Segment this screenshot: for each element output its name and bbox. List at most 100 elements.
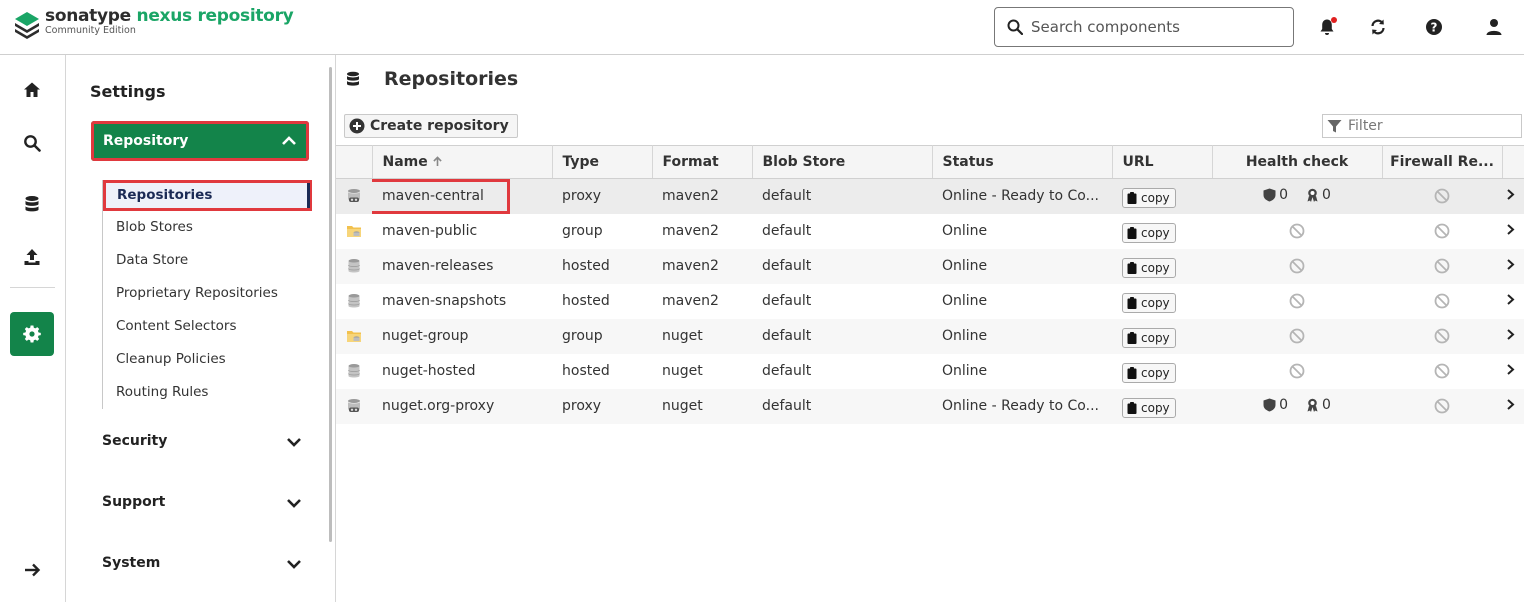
rail-home-button[interactable] (10, 68, 54, 112)
clipboard-icon (1127, 367, 1137, 379)
sidebar-item-cleanup-policies[interactable]: Cleanup Policies (103, 343, 312, 376)
svg-text:?: ? (1431, 21, 1438, 35)
repository-url: copy (1112, 284, 1212, 319)
sidebar-item-repositories[interactable]: Repositories (103, 180, 312, 211)
hosted-db-icon (336, 248, 372, 284)
award-icon (1307, 398, 1318, 412)
search-input[interactable] (1031, 18, 1271, 36)
column-format[interactable]: Format (652, 145, 753, 179)
user-icon (1486, 19, 1502, 35)
repository-type: group (562, 223, 603, 239)
repository-type: hosted (562, 293, 610, 309)
filter-input[interactable] (1348, 118, 1518, 134)
copy-url-button[interactable]: copy (1122, 258, 1176, 278)
copy-url-button[interactable]: copy (1122, 363, 1176, 383)
proxy-icon (336, 178, 372, 214)
repository-url: copy (1112, 354, 1212, 389)
repository-type: proxy (552, 178, 652, 214)
sidebar-group-support[interactable]: Support (102, 494, 302, 510)
copy-label: copy (1141, 366, 1170, 380)
repository-name: maven-snapshots (382, 293, 507, 309)
health-check-metrics[interactable]: 00 (1263, 397, 1331, 413)
health-check-metrics[interactable]: 00 (1263, 187, 1331, 203)
row-open-arrow[interactable] (1502, 214, 1524, 249)
sidebar-scrollbar[interactable] (329, 67, 332, 542)
repository-status: Online - Ready to Co... (932, 178, 1112, 214)
row-open-arrow[interactable] (1502, 248, 1524, 284)
repository-section-label: Repository (103, 133, 189, 149)
column-url[interactable]: URL (1112, 145, 1213, 179)
repository-format: maven2 (662, 223, 719, 239)
sidebar-item-data-store[interactable]: Data Store (103, 244, 312, 277)
notifications-button[interactable] (1316, 16, 1338, 38)
sidebar-item-blob-stores[interactable]: Blob Stores (103, 211, 312, 244)
row-open-arrow[interactable] (1502, 388, 1524, 424)
table-row[interactable]: maven-snapshots hosted maven2 default Online… (336, 284, 1524, 319)
sidebar-title: Settings (90, 82, 166, 101)
page-title: Repositories (384, 68, 519, 90)
repository-format: nuget (652, 388, 752, 424)
repository-section-toggle[interactable]: Repository (91, 121, 309, 161)
table-row[interactable]: nuget-group group nuget default Online copy (336, 318, 1524, 354)
repository-type: proxy (552, 388, 652, 424)
table-row[interactable]: nuget.org-proxy proxy nuget default Online -… (336, 388, 1524, 424)
copy-url-button[interactable]: copy (1122, 398, 1176, 418)
user-button[interactable] (1483, 16, 1505, 38)
top-bar: sonatype nexus repository Community Edit… (0, 0, 1524, 55)
repository-format: maven2 (662, 293, 719, 309)
table-row[interactable]: maven-releases hosted maven2 default Online c… (336, 248, 1524, 284)
column-status[interactable]: Status (932, 145, 1113, 179)
proxy-icon (336, 388, 372, 424)
health-check-cell (1212, 284, 1382, 319)
home-icon (24, 82, 40, 97)
copy-url-button[interactable]: copy (1122, 188, 1176, 209)
repository-format: maven2 (652, 178, 752, 214)
copy-label: copy (1141, 226, 1170, 240)
row-open-arrow[interactable] (1502, 318, 1524, 354)
brand-logo[interactable]: sonatype nexus repository Community Edit… (14, 8, 294, 39)
sidebar-group-system[interactable]: System (102, 555, 302, 571)
chevron-down-icon (287, 560, 301, 569)
row-open-arrow[interactable] (1502, 354, 1524, 389)
copy-label: copy (1141, 296, 1170, 310)
repository-blob-store: default (752, 178, 932, 214)
rail-expand-button[interactable] (10, 548, 54, 592)
firewall-report-cell (1382, 388, 1502, 424)
column-blob-store[interactable]: Blob Store (752, 145, 933, 179)
sidebar-item-content-selectors[interactable]: Content Selectors (103, 310, 312, 343)
repository-type: hosted (552, 248, 652, 284)
help-button[interactable]: ? (1423, 16, 1445, 38)
rail-upload-button[interactable] (10, 235, 54, 279)
repository-sub-menu: Repositories Blob Stores Data Store Prop… (102, 180, 312, 409)
copy-label: copy (1141, 261, 1170, 275)
search-icon (1007, 19, 1023, 35)
column-type[interactable]: Type (552, 145, 653, 179)
row-open-arrow[interactable] (1502, 284, 1524, 319)
column-name[interactable]: Name (372, 145, 553, 179)
create-repository-button[interactable]: Create repository (344, 114, 518, 138)
copy-url-button[interactable]: copy (1122, 223, 1176, 243)
table-row[interactable]: maven-central proxy maven2 default Online - … (336, 178, 1524, 214)
table-row[interactable]: maven-public group maven2 default Online copy (336, 214, 1524, 249)
sidebar-item-proprietary-repositories[interactable]: Proprietary Repositories (103, 277, 312, 310)
rail-browse-button[interactable] (10, 182, 54, 226)
sidebar-group-security[interactable]: Security (102, 433, 302, 449)
repository-blob-store: default (752, 248, 932, 284)
column-health-check[interactable]: Health check (1212, 145, 1383, 179)
firewall-report-cell (1382, 248, 1502, 284)
chevron-right-icon (1507, 189, 1515, 200)
search-box[interactable] (994, 7, 1294, 47)
rail-search-button[interactable] (10, 121, 54, 165)
copy-url-button[interactable]: copy (1122, 293, 1176, 313)
filter-box[interactable] (1322, 114, 1522, 138)
help-icon: ? (1426, 19, 1442, 35)
row-open-arrow[interactable] (1502, 178, 1524, 214)
refresh-button[interactable] (1367, 16, 1389, 38)
table-row[interactable]: nuget-hosted hosted nuget default Online copy (336, 354, 1524, 389)
sidebar-item-routing-rules[interactable]: Routing Rules (103, 376, 312, 409)
create-repository-label: Create repository (370, 118, 509, 134)
copy-url-button[interactable]: copy (1122, 328, 1176, 348)
health-check-cell (1212, 354, 1382, 389)
rail-settings-button[interactable] (10, 312, 54, 356)
column-firewall-report[interactable]: Firewall Re... (1382, 145, 1503, 179)
